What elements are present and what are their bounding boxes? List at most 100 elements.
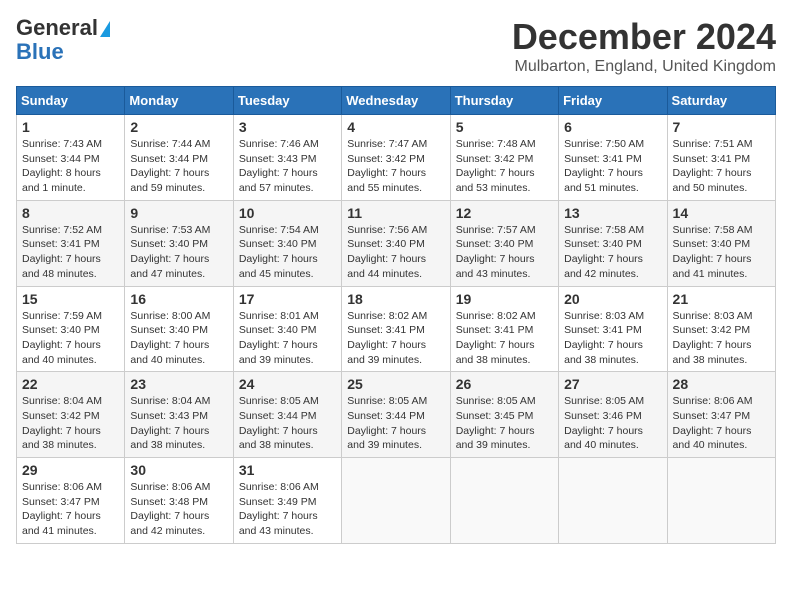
calendar-cell: 29Sunrise: 8:06 AMSunset: 3:47 PMDayligh… <box>17 458 125 544</box>
calendar-table: SundayMondayTuesdayWednesdayThursdayFrid… <box>16 86 776 544</box>
day-number: 17 <box>239 291 336 307</box>
day-number: 6 <box>564 119 661 135</box>
day-number: 16 <box>130 291 227 307</box>
day-number: 4 <box>347 119 444 135</box>
day-info: Sunrise: 8:04 AMSunset: 3:42 PMDaylight:… <box>22 394 119 453</box>
calendar-cell: 7 Sunrise: 7:51 AMSunset: 3:41 PMDaylight… <box>667 115 775 201</box>
calendar-cell: 5 Sunrise: 7:48 AMSunset: 3:42 PMDaylight… <box>450 115 558 201</box>
day-number: 11 <box>347 205 444 221</box>
weekday-header-row: SundayMondayTuesdayWednesdayThursdayFrid… <box>17 87 776 115</box>
weekday-header-tuesday: Tuesday <box>233 87 341 115</box>
day-number: 1 <box>22 119 119 135</box>
calendar-cell: 2 Sunrise: 7:44 AMSunset: 3:44 PMDaylight… <box>125 115 233 201</box>
calendar-cell <box>667 458 775 544</box>
day-info: Sunrise: 7:48 AMSunset: 3:42 PMDaylight:… <box>456 137 553 196</box>
day-info: Sunrise: 7:47 AMSunset: 3:42 PMDaylight:… <box>347 137 444 196</box>
day-number: 13 <box>564 205 661 221</box>
calendar-cell: 31 Sunrise: 8:06 AMSunset: 3:49 PMDayligh… <box>233 458 341 544</box>
day-number: 10 <box>239 205 336 221</box>
day-number: 28 <box>673 376 770 392</box>
calendar-cell: 11 Sunrise: 7:56 AMSunset: 3:40 PMDayligh… <box>342 200 450 286</box>
calendar-cell: 28 Sunrise: 8:06 AMSunset: 3:47 PMDayligh… <box>667 372 775 458</box>
calendar-week-row: 29Sunrise: 8:06 AMSunset: 3:47 PMDayligh… <box>17 458 776 544</box>
logo-text: General <box>16 16 110 40</box>
day-number: 3 <box>239 119 336 135</box>
day-info: Sunrise: 7:43 AMSunset: 3:44 PMDaylight:… <box>22 137 119 196</box>
day-number: 7 <box>673 119 770 135</box>
logo: General Blue <box>16 16 110 64</box>
weekday-header-wednesday: Wednesday <box>342 87 450 115</box>
calendar-cell: 24Sunrise: 8:05 AMSunset: 3:44 PMDayligh… <box>233 372 341 458</box>
day-info: Sunrise: 7:44 AMSunset: 3:44 PMDaylight:… <box>130 137 227 196</box>
day-info: Sunrise: 8:04 AMSunset: 3:43 PMDaylight:… <box>130 394 227 453</box>
day-info: Sunrise: 7:52 AMSunset: 3:41 PMDaylight:… <box>22 223 119 282</box>
day-number: 30 <box>130 462 227 478</box>
day-info: Sunrise: 8:05 AMSunset: 3:44 PMDaylight:… <box>347 394 444 453</box>
calendar-cell: 4 Sunrise: 7:47 AMSunset: 3:42 PMDaylight… <box>342 115 450 201</box>
calendar-week-row: 8 Sunrise: 7:52 AMSunset: 3:41 PMDaylight… <box>17 200 776 286</box>
day-info: Sunrise: 7:56 AMSunset: 3:40 PMDaylight:… <box>347 223 444 282</box>
day-number: 22 <box>22 376 119 392</box>
location-subtitle: Mulbarton, England, United Kingdom <box>512 58 776 76</box>
calendar-cell: 3 Sunrise: 7:46 AMSunset: 3:43 PMDaylight… <box>233 115 341 201</box>
day-number: 8 <box>22 205 119 221</box>
day-number: 2 <box>130 119 227 135</box>
day-info: Sunrise: 7:59 AMSunset: 3:40 PMDaylight:… <box>22 309 119 368</box>
calendar-cell: 13 Sunrise: 7:58 AMSunset: 3:40 PMDayligh… <box>559 200 667 286</box>
calendar-week-row: 1 Sunrise: 7:43 AMSunset: 3:44 PMDaylight… <box>17 115 776 201</box>
calendar-cell: 25 Sunrise: 8:05 AMSunset: 3:44 PMDayligh… <box>342 372 450 458</box>
weekday-header-saturday: Saturday <box>667 87 775 115</box>
day-info: Sunrise: 8:00 AMSunset: 3:40 PMDaylight:… <box>130 309 227 368</box>
weekday-header-monday: Monday <box>125 87 233 115</box>
calendar-cell: 18 Sunrise: 8:02 AMSunset: 3:41 PMDayligh… <box>342 286 450 372</box>
day-info: Sunrise: 8:06 AMSunset: 3:49 PMDaylight:… <box>239 480 336 539</box>
day-info: Sunrise: 8:03 AMSunset: 3:42 PMDaylight:… <box>673 309 770 368</box>
calendar-cell: 8 Sunrise: 7:52 AMSunset: 3:41 PMDaylight… <box>17 200 125 286</box>
calendar-cell: 6 Sunrise: 7:50 AMSunset: 3:41 PMDaylight… <box>559 115 667 201</box>
calendar-cell: 26Sunrise: 8:05 AMSunset: 3:45 PMDayligh… <box>450 372 558 458</box>
day-info: Sunrise: 7:57 AMSunset: 3:40 PMDaylight:… <box>456 223 553 282</box>
day-number: 21 <box>673 291 770 307</box>
weekday-header-friday: Friday <box>559 87 667 115</box>
day-info: Sunrise: 7:58 AMSunset: 3:40 PMDaylight:… <box>564 223 661 282</box>
day-info: Sunrise: 8:01 AMSunset: 3:40 PMDaylight:… <box>239 309 336 368</box>
weekday-header-sunday: Sunday <box>17 87 125 115</box>
calendar-week-row: 15 Sunrise: 7:59 AMSunset: 3:40 PMDayligh… <box>17 286 776 372</box>
calendar-cell <box>559 458 667 544</box>
calendar-cell: 20Sunrise: 8:03 AMSunset: 3:41 PMDayligh… <box>559 286 667 372</box>
day-info: Sunrise: 7:50 AMSunset: 3:41 PMDaylight:… <box>564 137 661 196</box>
day-number: 15 <box>22 291 119 307</box>
day-info: Sunrise: 7:53 AMSunset: 3:40 PMDaylight:… <box>130 223 227 282</box>
calendar-cell: 27Sunrise: 8:05 AMSunset: 3:46 PMDayligh… <box>559 372 667 458</box>
day-info: Sunrise: 8:06 AMSunset: 3:47 PMDaylight:… <box>22 480 119 539</box>
day-number: 12 <box>456 205 553 221</box>
day-number: 31 <box>239 462 336 478</box>
day-number: 18 <box>347 291 444 307</box>
day-number: 5 <box>456 119 553 135</box>
calendar-cell: 12 Sunrise: 7:57 AMSunset: 3:40 PMDayligh… <box>450 200 558 286</box>
calendar-cell: 23Sunrise: 8:04 AMSunset: 3:43 PMDayligh… <box>125 372 233 458</box>
title-area: December 2024 Mulbarton, England, United… <box>512 16 776 76</box>
day-info: Sunrise: 8:06 AMSunset: 3:47 PMDaylight:… <box>673 394 770 453</box>
calendar-cell: 19Sunrise: 8:02 AMSunset: 3:41 PMDayligh… <box>450 286 558 372</box>
month-title: December 2024 <box>512 16 776 58</box>
calendar-cell: 21 Sunrise: 8:03 AMSunset: 3:42 PMDayligh… <box>667 286 775 372</box>
calendar-cell: 16 Sunrise: 8:00 AMSunset: 3:40 PMDayligh… <box>125 286 233 372</box>
day-number: 25 <box>347 376 444 392</box>
calendar-cell: 15 Sunrise: 7:59 AMSunset: 3:40 PMDayligh… <box>17 286 125 372</box>
calendar-cell: 10 Sunrise: 7:54 AMSunset: 3:40 PMDayligh… <box>233 200 341 286</box>
calendar-cell: 9Sunrise: 7:53 AMSunset: 3:40 PMDaylight… <box>125 200 233 286</box>
calendar-cell: 1 Sunrise: 7:43 AMSunset: 3:44 PMDaylight… <box>17 115 125 201</box>
calendar-cell <box>450 458 558 544</box>
page-header: General Blue December 2024 Mulbarton, En… <box>16 16 776 76</box>
day-info: Sunrise: 8:03 AMSunset: 3:41 PMDaylight:… <box>564 309 661 368</box>
day-info: Sunrise: 8:02 AMSunset: 3:41 PMDaylight:… <box>347 309 444 368</box>
day-info: Sunrise: 7:51 AMSunset: 3:41 PMDaylight:… <box>673 137 770 196</box>
calendar-cell: 30Sunrise: 8:06 AMSunset: 3:48 PMDayligh… <box>125 458 233 544</box>
day-info: Sunrise: 7:46 AMSunset: 3:43 PMDaylight:… <box>239 137 336 196</box>
day-info: Sunrise: 8:05 AMSunset: 3:45 PMDaylight:… <box>456 394 553 453</box>
calendar-cell: 17 Sunrise: 8:01 AMSunset: 3:40 PMDayligh… <box>233 286 341 372</box>
weekday-header-thursday: Thursday <box>450 87 558 115</box>
day-info: Sunrise: 8:05 AMSunset: 3:46 PMDaylight:… <box>564 394 661 453</box>
day-info: Sunrise: 7:54 AMSunset: 3:40 PMDaylight:… <box>239 223 336 282</box>
